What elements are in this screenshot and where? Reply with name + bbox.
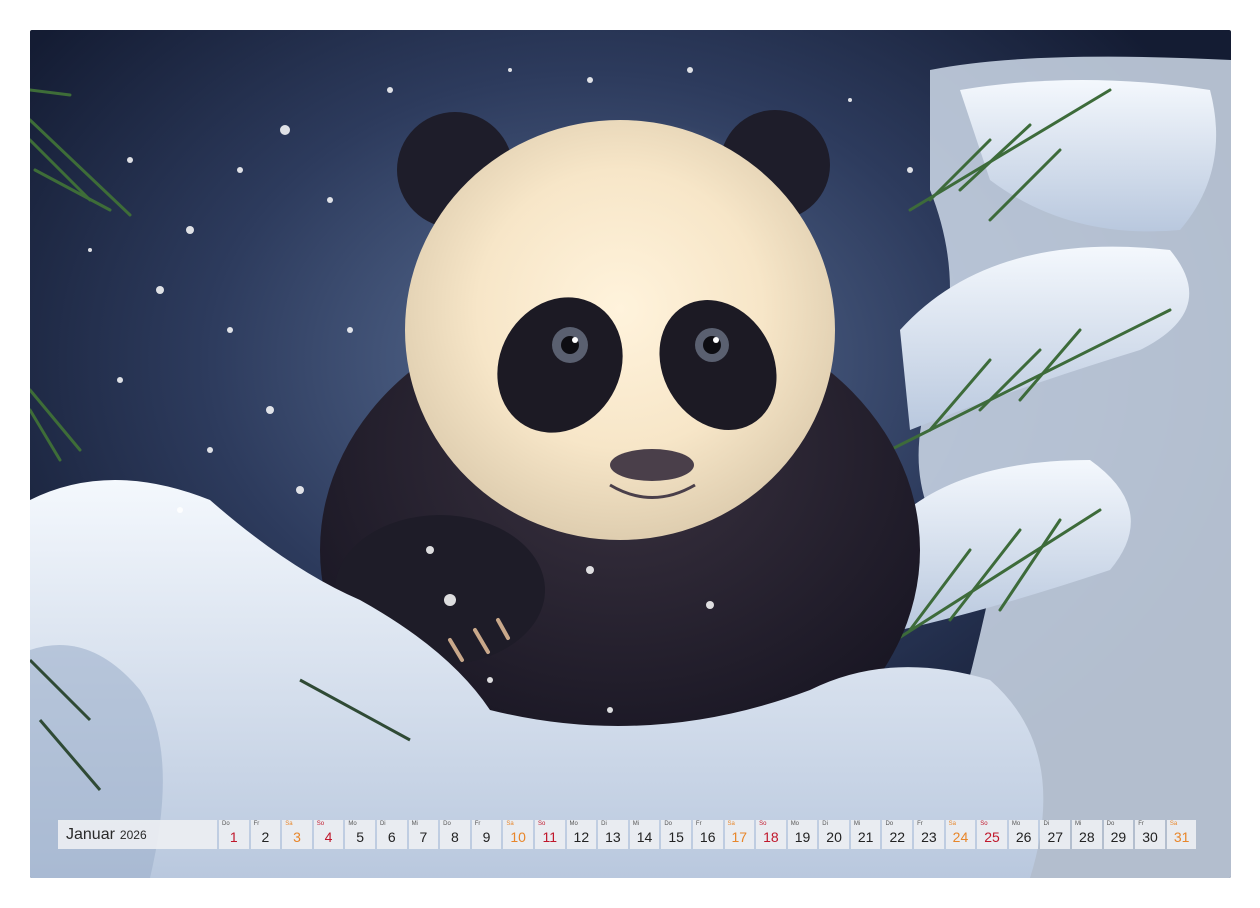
day-number: 23 — [921, 829, 937, 845]
day-cell: Sa 10 — [503, 820, 533, 849]
day-cell: Do 29 — [1103, 820, 1134, 849]
weekday-label: Mi — [411, 821, 418, 827]
weekday-label: Di — [822, 821, 828, 827]
day-number: 6 — [387, 829, 396, 845]
weekday-label: Fr — [917, 821, 923, 827]
day-cell: Fr 30 — [1135, 820, 1165, 849]
weekday-label: Sa — [506, 821, 514, 827]
day-cell: Mi 21 — [850, 820, 881, 849]
day-number: 18 — [763, 829, 779, 845]
weekday-label: Mo — [790, 821, 800, 827]
day-cell: Mo 12 — [566, 820, 597, 849]
day-number: 17 — [731, 829, 748, 845]
weekday-label: Mi — [853, 821, 861, 827]
day-number: 26 — [1015, 829, 1032, 845]
day-number: 11 — [542, 829, 557, 845]
day-cell: So 25 — [977, 820, 1007, 849]
weekday-label: Fr — [1138, 821, 1144, 827]
day-number: 7 — [419, 829, 428, 845]
day-number: 9 — [482, 829, 491, 845]
day-cell: So 11 — [534, 820, 565, 849]
day-cell: Sa 24 — [945, 820, 976, 849]
weekday-label: So — [980, 821, 988, 827]
calendar-day-strip: Januar 2026 Do 1 Fr 2 Sa 3 So 4 Mo 5 Di 6 Mi 7 Do 8 Fr 9 S… — [58, 820, 1202, 849]
day-cell: Mi 7 — [408, 820, 439, 849]
month-year: 2026 — [119, 827, 147, 842]
day-number: 16 — [699, 829, 716, 845]
day-number: 4 — [324, 829, 333, 845]
day-cell: So 18 — [756, 820, 786, 849]
panda-snow-photo — [30, 56, 1231, 878]
day-number: 30 — [1142, 829, 1158, 845]
weekday-label: Mi — [632, 821, 640, 827]
day-cell: Mi 28 — [1072, 820, 1102, 849]
day-cell: Do 1 — [219, 820, 249, 849]
day-cell: Di 13 — [598, 820, 628, 849]
weekday-label: Di — [601, 821, 607, 827]
day-number: 14 — [636, 829, 653, 845]
day-cell: Sa 3 — [282, 820, 312, 849]
month-label: Januar 2026 — [58, 820, 217, 849]
weekday-label: Do — [885, 821, 894, 827]
weekday-label: Mo — [1011, 821, 1021, 827]
day-number: 13 — [605, 829, 621, 845]
weekday-label: Fr — [695, 821, 702, 827]
day-cell: Do 15 — [661, 820, 691, 849]
day-cell: Mi 14 — [629, 820, 660, 849]
day-number: 10 — [510, 829, 526, 845]
day-cell: Di 20 — [819, 820, 849, 849]
weekday-label: Sa — [285, 821, 293, 827]
day-number: 21 — [857, 829, 874, 845]
weekday-label: So — [537, 821, 546, 827]
weekday-label: Fr — [474, 821, 481, 827]
day-number: 5 — [356, 829, 365, 845]
weekday-label: So — [316, 821, 325, 827]
day-number: 8 — [451, 829, 459, 845]
calendar-page: Januar 2026 Do 1 Fr 2 Sa 3 So 4 Mo 5 Di 6 Mi 7 Do 8 Fr 9 S… — [30, 30, 1231, 878]
weekday-label: Mo — [348, 821, 357, 827]
day-number: 25 — [984, 829, 1000, 845]
day-number: 1 — [229, 829, 238, 845]
weekday-label: Do — [664, 821, 672, 827]
day-cell: Di 6 — [376, 820, 407, 849]
day-number: 12 — [573, 829, 590, 845]
day-cell: Fr 2 — [250, 820, 281, 849]
day-cell: Mo 19 — [787, 820, 818, 849]
weekday-label: Mo — [569, 821, 578, 827]
day-cell: Fr 9 — [471, 820, 502, 849]
day-number: 29 — [1110, 829, 1127, 845]
weekday-label: Sa — [727, 821, 735, 827]
day-number: 24 — [952, 829, 969, 845]
day-number: 19 — [794, 829, 811, 845]
weekday-label: Do — [443, 821, 451, 827]
day-number: 28 — [1079, 829, 1095, 845]
day-number: 20 — [826, 829, 842, 845]
day-cell: Di 27 — [1040, 820, 1071, 849]
weekday-label: Mi — [1075, 821, 1082, 827]
weekday-label: Sa — [1169, 821, 1178, 827]
day-cell: Do 22 — [882, 820, 913, 849]
day-number: 3 — [293, 829, 301, 845]
weekday-label: Do — [222, 821, 230, 827]
weekday-label: Sa — [948, 821, 956, 827]
weekday-label: Di — [379, 821, 386, 827]
day-cell: Sa 17 — [724, 820, 755, 849]
day-number: 22 — [889, 829, 906, 845]
day-cell: Mo 26 — [1008, 820, 1039, 849]
day-cell: Do 8 — [440, 820, 470, 849]
day-cell: Mo 5 — [345, 820, 375, 849]
weekday-label: Fr — [253, 821, 260, 827]
weekday-label: Do — [1106, 821, 1115, 827]
day-number: 2 — [261, 829, 270, 845]
weekday-label: So — [759, 821, 767, 827]
day-cell: Fr 23 — [914, 820, 944, 849]
weekday-label: Di — [1043, 821, 1050, 827]
day-cell: So 4 — [313, 820, 344, 849]
month-name: Januar — [66, 825, 115, 843]
day-cell: Fr 16 — [692, 820, 723, 849]
day-cell: Sa 31 — [1166, 820, 1197, 849]
day-number: 15 — [668, 829, 684, 845]
day-number: 31 — [1173, 829, 1190, 845]
day-number: 27 — [1047, 829, 1064, 845]
